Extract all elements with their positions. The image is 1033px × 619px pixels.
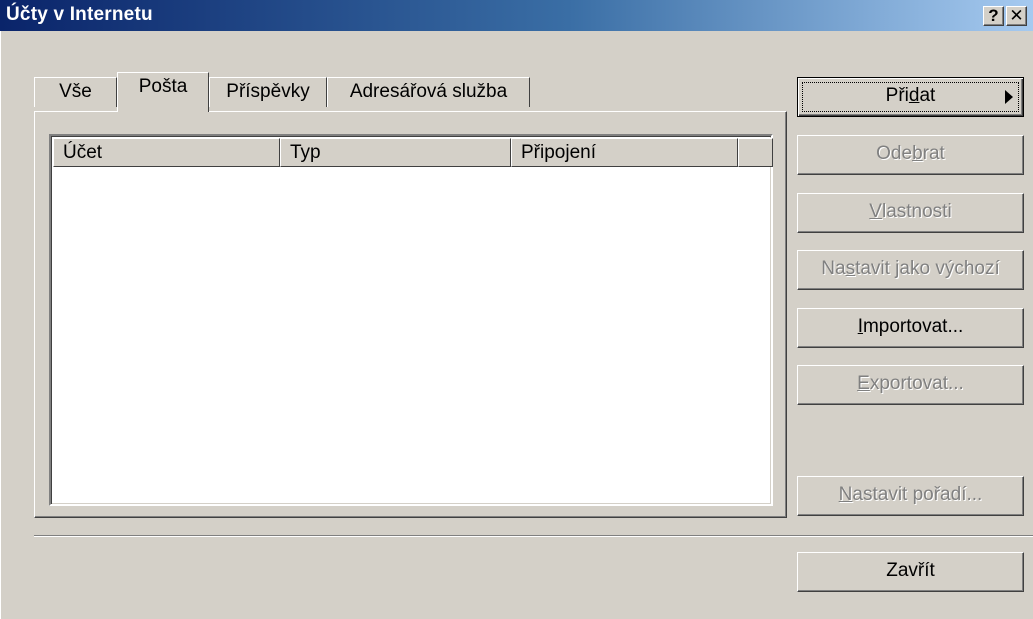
column-header-account[interactable]: Účet — [53, 138, 280, 167]
title-bar: Účty v Internetu ? ✕ — [0, 0, 1033, 31]
set-order-button[interactable]: Nastavit pořadí... — [797, 476, 1024, 516]
accounts-list[interactable]: Účet Typ Připojení — [49, 134, 773, 506]
tab-label: Vše — [59, 81, 92, 102]
tab-all[interactable]: Vše — [34, 77, 117, 107]
add-button[interactable]: Přidat — [797, 77, 1024, 117]
tab-news[interactable]: Příspěvky — [209, 77, 327, 107]
remove-button[interactable]: Odebrat — [797, 135, 1024, 175]
export-button[interactable]: Exportovat... — [797, 365, 1024, 405]
import-button[interactable]: Importovat... — [797, 308, 1024, 348]
focus-rect — [802, 82, 1019, 112]
window-title: Účty v Internetu — [6, 4, 153, 25]
tab-mail[interactable]: Pošta — [117, 72, 209, 112]
close-button[interactable]: Zavřít — [797, 552, 1024, 592]
properties-button[interactable]: Vlastnosti — [797, 193, 1024, 233]
tab-panel: Účet Typ Připojení — [34, 111, 787, 518]
separator — [34, 535, 1033, 537]
column-header-type[interactable]: Typ — [280, 138, 511, 167]
column-header-filler — [738, 138, 773, 167]
tab-label: Příspěvky — [226, 81, 310, 102]
tab-label: Adresářová služba — [349, 81, 508, 102]
tab-label: Pošta — [138, 76, 188, 97]
help-button[interactable]: ? — [983, 6, 1004, 26]
submenu-arrow-icon — [1005, 90, 1013, 104]
set-default-button[interactable]: Nastavit jako výchozí — [797, 250, 1024, 290]
list-header: Účet Typ Připojení — [53, 138, 773, 167]
tab-directory-service[interactable]: Adresářová služba — [327, 77, 530, 107]
close-window-button[interactable]: ✕ — [1006, 6, 1027, 26]
column-header-connection[interactable]: Připojení — [511, 138, 738, 167]
